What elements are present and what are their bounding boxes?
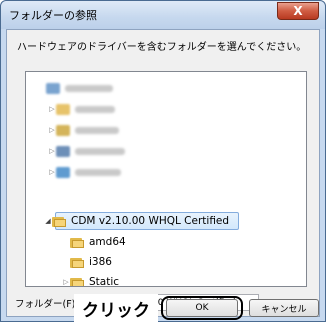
folder-tree[interactable]: ▷ ▷ ▷ ▷ ◢ CDM v2.10.00 WHQL Certified am… bbox=[25, 71, 307, 287]
expand-icon: ▷ bbox=[49, 168, 55, 176]
tree-item-cdm[interactable]: ◢ CDM v2.10.00 WHQL Certified bbox=[44, 213, 229, 229]
instruction-text: ハードウェアのドライバーを含むフォルダーを選んでください。 bbox=[17, 42, 307, 53]
library-icon bbox=[56, 103, 70, 115]
dialog-client-area: ハードウェアのドライバーを含むフォルダーを選んでください。 ▷ ▷ ▷ ▷ ◢ … bbox=[6, 29, 320, 317]
folder-icon bbox=[52, 216, 66, 227]
blurred-label bbox=[75, 147, 125, 155]
tree-item-label: CDM v2.10.00 WHQL Certified bbox=[71, 215, 230, 227]
tree-item-blurred[interactable]: ▷ bbox=[48, 164, 121, 180]
close-button[interactable]: X bbox=[277, 2, 319, 20]
collapse-icon: ◢ bbox=[45, 217, 51, 225]
tree-item-blurred[interactable] bbox=[38, 80, 113, 96]
folder-icon bbox=[70, 257, 84, 268]
blurred-label bbox=[75, 105, 115, 113]
folder-icon bbox=[70, 277, 84, 286]
expand-icon: ▷ bbox=[63, 278, 69, 286]
tree-item-i386[interactable]: i386 bbox=[62, 254, 112, 270]
network-icon bbox=[56, 166, 70, 178]
desktop-icon bbox=[46, 82, 60, 94]
expand-icon: ▷ bbox=[49, 126, 55, 134]
folder-icon bbox=[70, 237, 84, 248]
tree-item-blurred[interactable]: ▷ bbox=[48, 101, 115, 117]
ok-button[interactable]: OK bbox=[166, 299, 238, 317]
tree-item-label: amd64 bbox=[89, 236, 126, 248]
tree-item-amd64[interactable]: amd64 bbox=[62, 234, 126, 250]
computer-icon bbox=[56, 145, 70, 157]
close-icon: X bbox=[293, 4, 303, 18]
tree-item-static[interactable]: ▷ Static bbox=[62, 274, 120, 287]
expand-icon: ▷ bbox=[49, 105, 55, 113]
tree-item-blurred[interactable]: ▷ bbox=[48, 143, 125, 159]
blurred-label bbox=[75, 168, 121, 176]
blurred-label bbox=[65, 84, 113, 92]
click-annotation: クリック bbox=[74, 294, 158, 323]
tree-item-label: i386 bbox=[89, 256, 112, 268]
title-bar: フォルダーの参照 X bbox=[1, 1, 325, 29]
window-title: フォルダーの参照 bbox=[9, 9, 97, 22]
cancel-button[interactable]: キャンセル bbox=[249, 299, 319, 317]
expand-icon: ▷ bbox=[49, 147, 55, 155]
user-folder-icon bbox=[56, 124, 70, 136]
browse-folder-dialog: フォルダーの参照 X ハードウェアのドライバーを含むフォルダーを選んでください。… bbox=[0, 0, 326, 322]
tree-item-label: Static bbox=[89, 276, 120, 287]
blurred-label bbox=[75, 126, 119, 134]
tree-item-blurred[interactable]: ▷ bbox=[48, 122, 119, 138]
